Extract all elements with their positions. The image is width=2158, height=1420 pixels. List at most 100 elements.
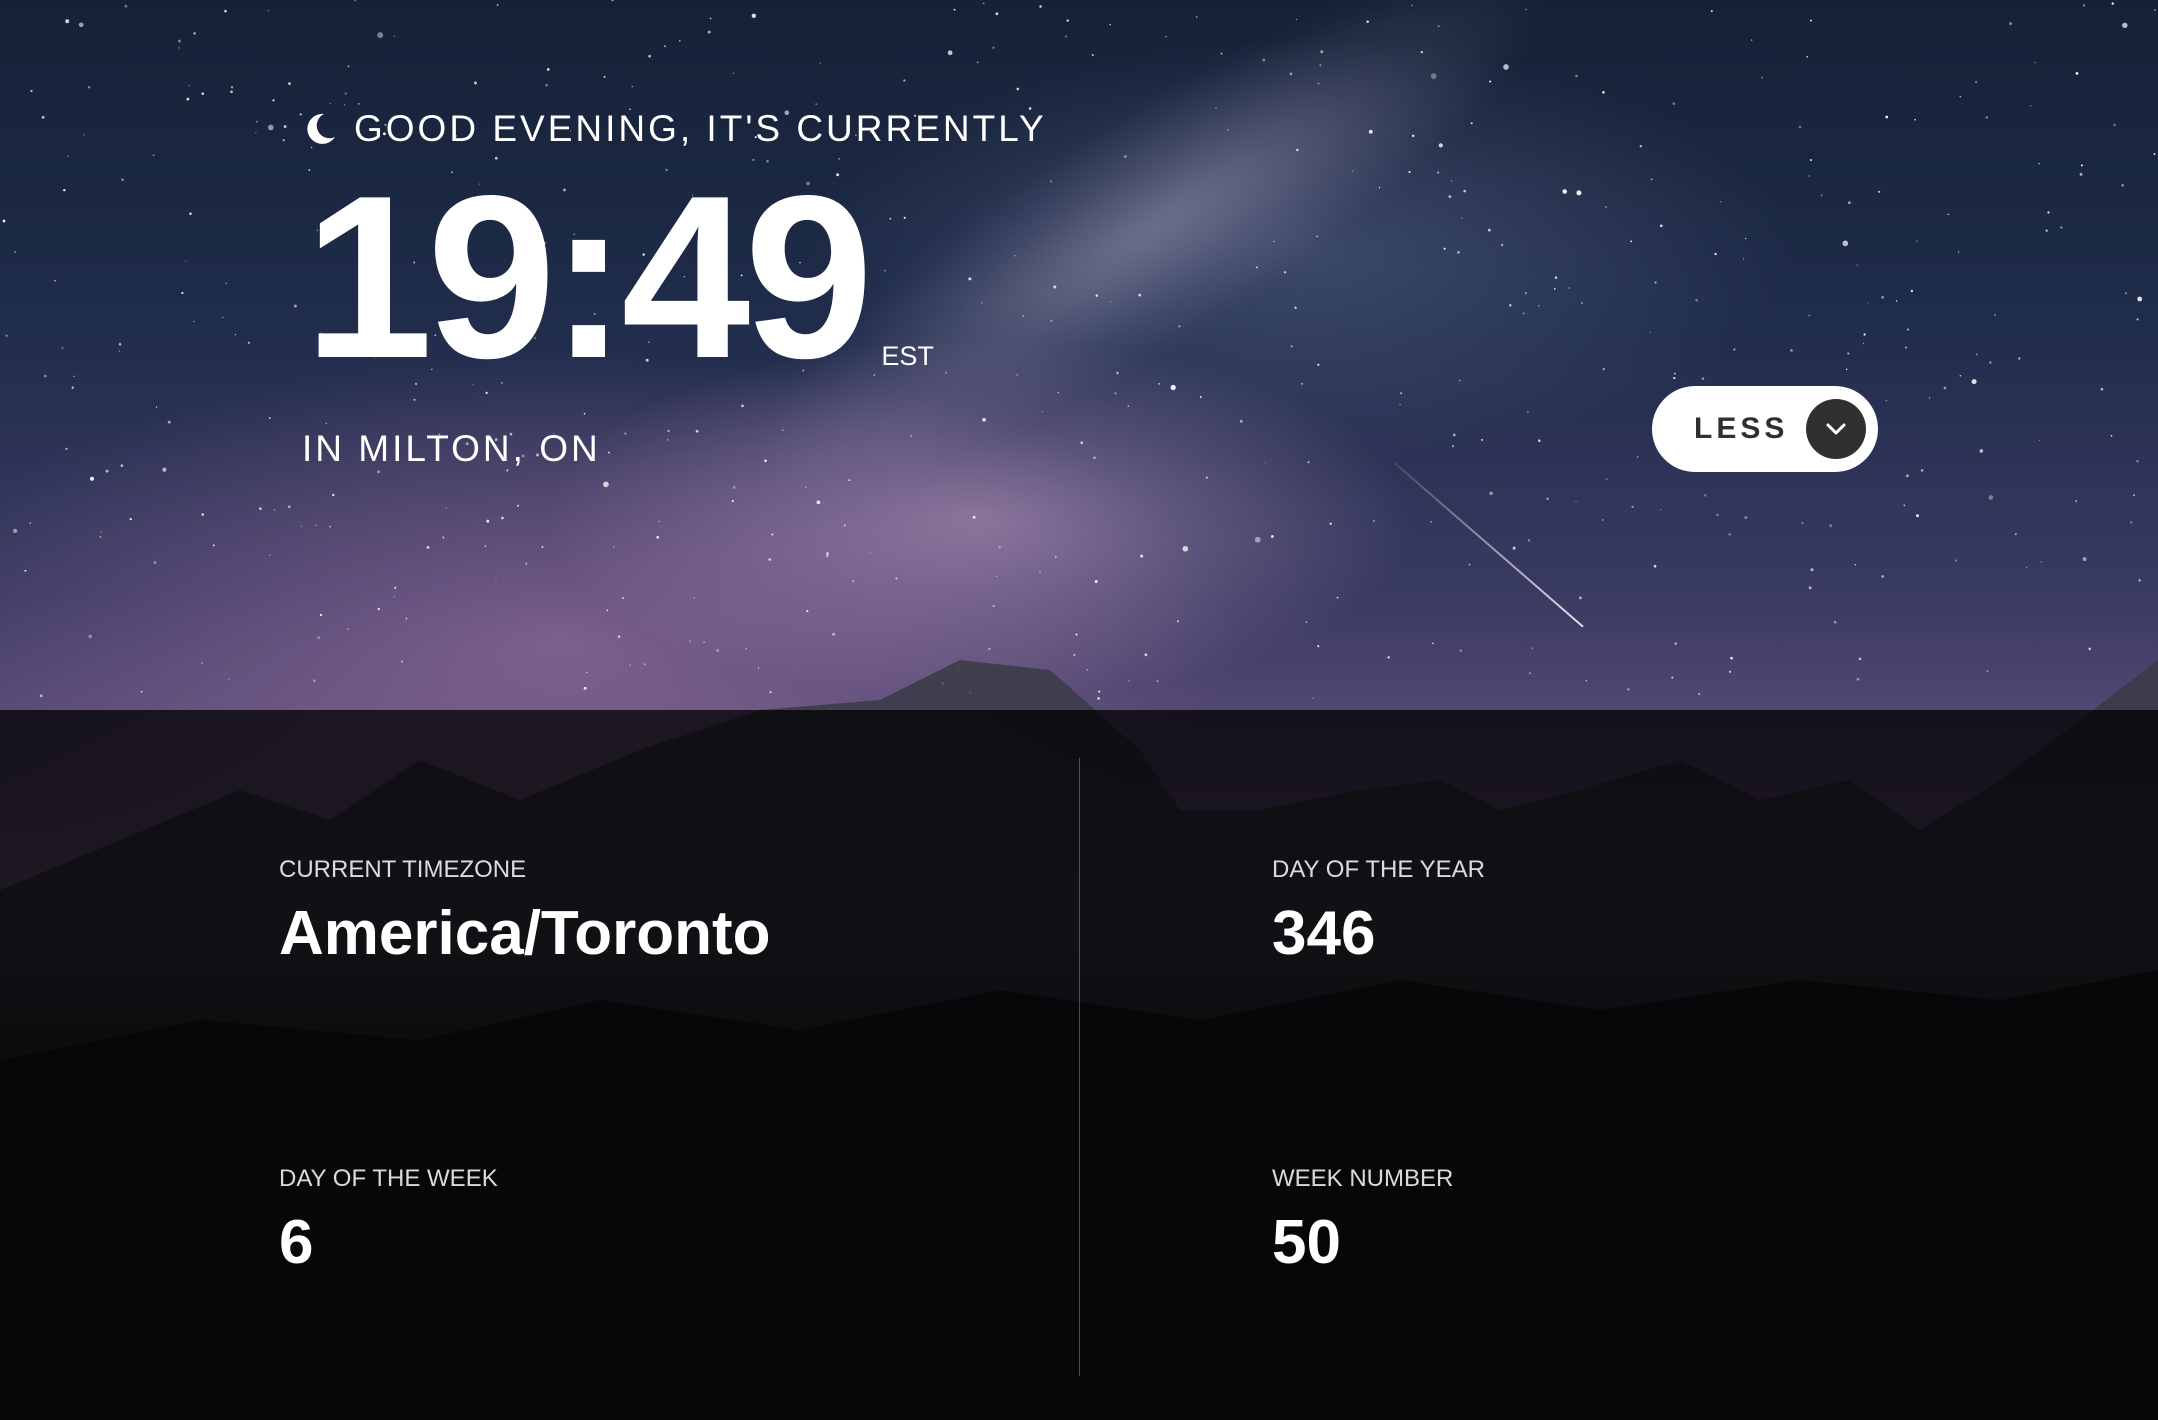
star: [1178, 325, 1181, 328]
star: [613, 546, 615, 548]
star: [1430, 521, 1432, 523]
star: [1604, 205, 1608, 208]
star: [583, 412, 586, 415]
greeting-text: GOOD EVENING, IT'S CURRENTLY: [354, 108, 1047, 149]
star: [2040, 561, 2043, 563]
star: [1728, 533, 1732, 536]
star: [1914, 118, 1916, 121]
star: [2038, 439, 2041, 441]
star: [2047, 211, 2050, 214]
star: [1290, 345, 1293, 348]
star: [344, 92, 347, 95]
star: [980, 302, 983, 304]
star: [1636, 456, 1639, 458]
star: [269, 554, 271, 557]
chevron-down-icon: [1806, 399, 1866, 459]
star: [1985, 116, 1988, 119]
star: [695, 429, 699, 433]
star: [1606, 478, 1608, 480]
star: [347, 65, 350, 68]
stat-day-of-week: DAY OF THE WEEK 6: [279, 1165, 498, 1278]
greeting: GOOD EVENING, IT'S CURRENTLY: [302, 108, 1047, 150]
star: [273, 509, 276, 511]
star: [1463, 189, 1467, 193]
star: [2075, 71, 2079, 75]
star: [1833, 620, 1837, 624]
star: [606, 609, 609, 612]
star: [1979, 449, 1984, 453]
star: [282, 139, 285, 142]
star: [771, 533, 774, 536]
star: [100, 531, 102, 533]
star: [1704, 494, 1707, 497]
star: [1562, 189, 1567, 194]
star: [120, 464, 124, 467]
star: [2030, 104, 2032, 107]
stat-label: DAY OF THE WEEK: [279, 1165, 498, 1192]
star: [1296, 148, 1299, 152]
star: [2136, 318, 2139, 321]
star: [1943, 386, 1947, 390]
star: [1522, 312, 1525, 315]
star: [998, 545, 1001, 549]
star: [1695, 298, 1698, 302]
star: [377, 607, 380, 611]
star: [525, 562, 528, 565]
star: [1438, 143, 1443, 148]
star: [234, 333, 236, 336]
star: [869, 552, 872, 554]
star: [1053, 285, 1057, 289]
star: [230, 86, 234, 89]
star: [1714, 252, 1717, 256]
stat-week-number: WEEK NUMBER 50: [1272, 1165, 1453, 1278]
star: [293, 304, 297, 308]
star: [201, 513, 205, 516]
star: [1654, 281, 1657, 284]
star: [806, 610, 809, 613]
star: [732, 486, 736, 489]
star: [500, 516, 504, 520]
star: [2111, 2, 2114, 5]
star: [332, 493, 335, 497]
star: [162, 467, 167, 472]
star: [1016, 374, 1018, 376]
star: [1716, 513, 1719, 517]
star: [1988, 361, 1992, 364]
star: [1461, 217, 1463, 220]
star: [1041, 410, 1043, 413]
star: [1525, 8, 1527, 11]
star: [1448, 195, 1452, 199]
star: [83, 134, 85, 136]
star: [1601, 519, 1604, 521]
star: [848, 479, 851, 481]
star: [2154, 9, 2156, 11]
star: [1798, 125, 1802, 129]
less-button-label: LESS: [1694, 412, 1789, 445]
star: [155, 406, 158, 408]
star: [1065, 35, 1068, 38]
star: [1075, 633, 1078, 636]
star: [732, 72, 735, 75]
star: [1420, 50, 1423, 54]
star: [329, 102, 332, 105]
star: [1512, 546, 1516, 550]
star: [666, 439, 669, 441]
star: [2079, 172, 2083, 176]
star: [1316, 235, 1318, 238]
star: [193, 32, 196, 35]
star: [484, 545, 487, 547]
timezone-abbreviation: EST: [881, 341, 934, 371]
star: [1366, 20, 1369, 23]
star: [354, 0, 356, 2]
star: [167, 420, 171, 424]
star: [230, 90, 233, 94]
star: [1176, 620, 1179, 623]
star: [1994, 313, 1997, 316]
star: [1650, 178, 1653, 181]
clock-display: 19:49 EST: [304, 162, 934, 394]
less-toggle-button[interactable]: LESS: [1652, 386, 1878, 472]
star: [825, 554, 829, 558]
star: [124, 4, 128, 8]
star: [1295, 18, 1298, 21]
star: [631, 85, 633, 88]
